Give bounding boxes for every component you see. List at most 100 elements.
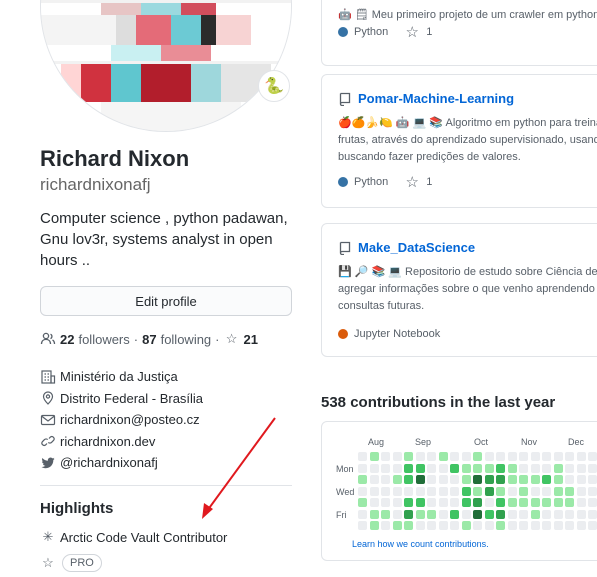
contribution-cell[interactable]: [496, 452, 505, 461]
contribution-cell[interactable]: [381, 463, 390, 473]
contribution-cell[interactable]: [473, 486, 482, 496]
contribution-cell[interactable]: [530, 463, 540, 473]
contribution-cell[interactable]: [427, 463, 436, 473]
contribution-cell[interactable]: [404, 521, 413, 530]
contribution-cell[interactable]: [565, 486, 574, 496]
contribution-cell[interactable]: [381, 498, 390, 507]
contribution-cell[interactable]: [484, 498, 494, 507]
repo-stars[interactable]: 1: [426, 176, 432, 188]
contribution-cell[interactable]: [553, 509, 563, 519]
contribution-cell[interactable]: [565, 498, 574, 507]
contribution-cell[interactable]: [542, 509, 551, 519]
contribution-cell[interactable]: [415, 509, 425, 519]
contribution-cell[interactable]: [461, 463, 471, 473]
contribution-cell[interactable]: [358, 509, 367, 519]
contribution-cell[interactable]: [565, 509, 574, 519]
repo-name-link[interactable]: Make_DataScience: [358, 240, 475, 255]
contribution-cell[interactable]: [461, 521, 471, 530]
contribution-cell[interactable]: [507, 463, 517, 473]
contribution-cell[interactable]: [496, 498, 505, 507]
contribution-cell[interactable]: [484, 463, 494, 473]
contribution-cell[interactable]: [404, 452, 413, 461]
contribution-cell[interactable]: [427, 521, 436, 530]
contribution-cell[interactable]: [496, 509, 505, 519]
email-link[interactable]: richardnixon@posteo.cz: [60, 412, 200, 427]
contribution-cell[interactable]: [484, 521, 494, 530]
contribution-cell[interactable]: [473, 498, 482, 507]
followers-count[interactable]: 22: [60, 332, 74, 347]
contribution-cell[interactable]: [507, 486, 517, 496]
contribution-cell[interactable]: [484, 486, 494, 496]
contribution-cell[interactable]: [358, 452, 367, 461]
contribution-cell[interactable]: [415, 486, 425, 496]
contribution-cell[interactable]: [530, 486, 540, 496]
contribution-cell[interactable]: [576, 452, 586, 461]
contribution-cell[interactable]: [438, 452, 448, 461]
learn-contributions-link[interactable]: Learn how we count contributions.: [352, 539, 489, 549]
contribution-cell[interactable]: [358, 463, 367, 473]
website-link[interactable]: richardnixon.dev: [60, 434, 155, 449]
contribution-cell[interactable]: [358, 486, 367, 496]
contribution-cell[interactable]: [588, 486, 597, 496]
contribution-cell[interactable]: [404, 498, 413, 507]
following-count[interactable]: 87: [142, 332, 156, 347]
contribution-cell[interactable]: [588, 521, 597, 530]
contribution-cell[interactable]: [461, 509, 471, 519]
contribution-cell[interactable]: [496, 463, 505, 473]
contribution-cell[interactable]: [427, 509, 436, 519]
contribution-cell[interactable]: [542, 463, 551, 473]
contribution-cell[interactable]: [461, 498, 471, 507]
contribution-cell[interactable]: [392, 509, 402, 519]
contribution-cell[interactable]: [438, 486, 448, 496]
contribution-cell[interactable]: [415, 475, 425, 484]
contribution-cell[interactable]: [461, 486, 471, 496]
contribution-cell[interactable]: [530, 509, 540, 519]
contribution-cell[interactable]: [530, 452, 540, 461]
contribution-cell[interactable]: [484, 452, 494, 461]
repo-title[interactable]: Pomar-Machine-Learning: [338, 91, 514, 106]
twitter-link[interactable]: @richardnixonafj: [60, 455, 158, 470]
contribution-cell[interactable]: [450, 521, 459, 530]
contribution-cell[interactable]: [542, 452, 551, 461]
contribution-cell[interactable]: [553, 452, 563, 461]
contribution-cell[interactable]: [450, 486, 459, 496]
contribution-cell[interactable]: [530, 521, 540, 530]
contribution-cell[interactable]: [404, 509, 413, 519]
contribution-cell[interactable]: [438, 475, 448, 484]
contribution-cell[interactable]: [473, 463, 482, 473]
contribution-cell[interactable]: [358, 521, 367, 530]
contribution-cell[interactable]: [438, 521, 448, 530]
contribution-cell[interactable]: [530, 498, 540, 507]
highlight-arctic[interactable]: ✳ Arctic Code Vault Contributor: [40, 529, 228, 545]
contribution-cell[interactable]: [369, 498, 379, 507]
contribution-cell[interactable]: [415, 463, 425, 473]
contribution-cell[interactable]: [450, 498, 459, 507]
contribution-cell[interactable]: [369, 486, 379, 496]
contribution-cell[interactable]: [507, 509, 517, 519]
avatar[interactable]: [40, 0, 292, 132]
contribution-cell[interactable]: [588, 463, 597, 473]
contribution-cell[interactable]: [450, 509, 459, 519]
contribution-cell[interactable]: [484, 509, 494, 519]
contribution-cell[interactable]: [427, 452, 436, 461]
contribution-cell[interactable]: [507, 498, 517, 507]
contribution-cell[interactable]: [519, 498, 528, 507]
contribution-cell[interactable]: [438, 498, 448, 507]
contribution-cell[interactable]: [438, 463, 448, 473]
contribution-cell[interactable]: [415, 498, 425, 507]
followers-label[interactable]: followers: [78, 332, 129, 347]
contribution-cell[interactable]: [473, 452, 482, 461]
contribution-cell[interactable]: [450, 463, 459, 473]
contribution-cell[interactable]: [369, 509, 379, 519]
contribution-cell[interactable]: [519, 521, 528, 530]
contribution-cell[interactable]: [438, 509, 448, 519]
contribution-cell[interactable]: [553, 463, 563, 473]
highlight-pro[interactable]: ☆ PRO: [40, 554, 102, 572]
contribution-cell[interactable]: [553, 498, 563, 507]
contribution-cell[interactable]: [519, 475, 528, 484]
contribution-cell[interactable]: [553, 486, 563, 496]
stars-count[interactable]: 21: [244, 332, 258, 347]
star-icon[interactable]: ☆: [404, 23, 420, 41]
contribution-cell[interactable]: [519, 463, 528, 473]
contribution-cell[interactable]: [404, 475, 413, 484]
